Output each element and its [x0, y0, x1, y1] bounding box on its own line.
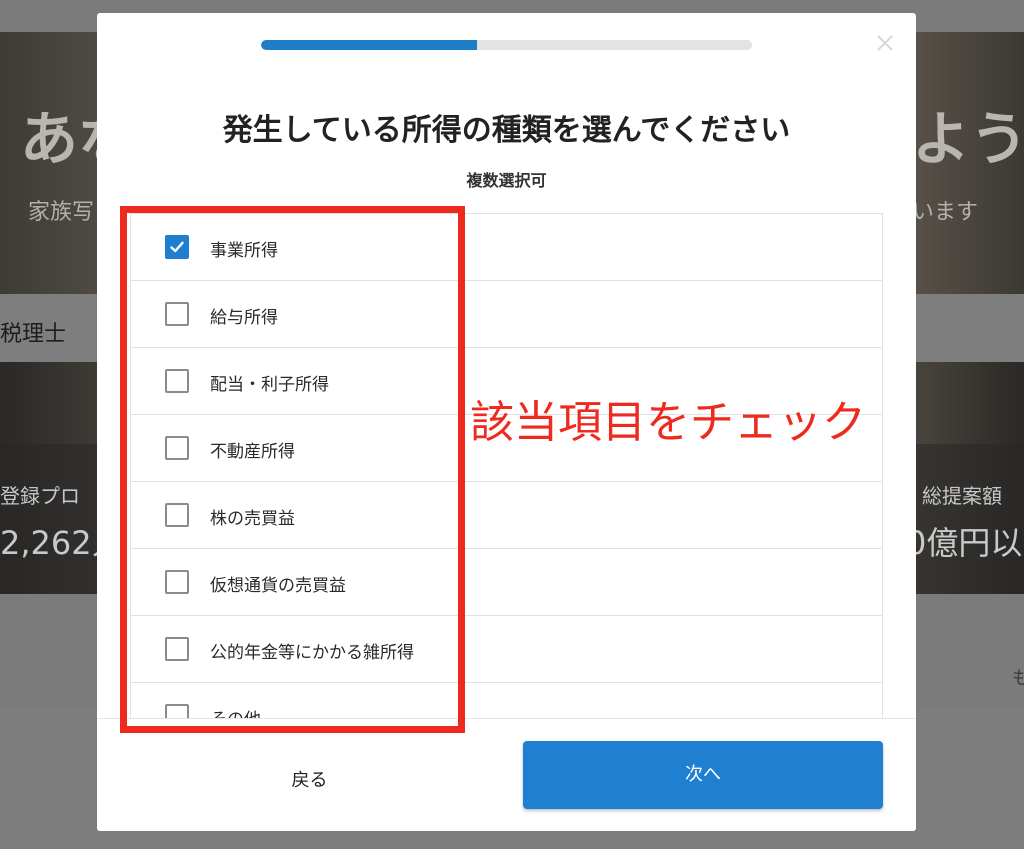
- annotation-highlight-box: [120, 206, 465, 733]
- modal-subtitle: 複数選択可: [466, 171, 547, 190]
- next-button[interactable]: 次へ: [523, 741, 883, 809]
- progress-bar: [261, 40, 752, 50]
- background-right-snippet: も: [1012, 668, 1024, 689]
- stat-label-total-proposal: 総提案額: [922, 484, 1002, 508]
- hero-subtitle-right: います: [912, 200, 979, 225]
- close-icon[interactable]: [873, 31, 897, 55]
- hero-title-right: よう: [912, 105, 1024, 173]
- annotation-text: 該当項目をチェック: [470, 397, 866, 448]
- stat-value-total-proposal: 0億円以: [906, 524, 1023, 562]
- modal-footer: 戻る 次へ: [97, 718, 916, 831]
- hero-subtitle-left: 家族写: [28, 200, 95, 225]
- category-bar-text: 税理士: [0, 322, 67, 347]
- progress-bar-fill: [261, 40, 478, 50]
- back-button[interactable]: 戻る: [227, 761, 392, 801]
- stat-label-registered: 登録プロ: [0, 484, 80, 508]
- modal-title: 発生している所得の種類を選んでください: [222, 113, 791, 148]
